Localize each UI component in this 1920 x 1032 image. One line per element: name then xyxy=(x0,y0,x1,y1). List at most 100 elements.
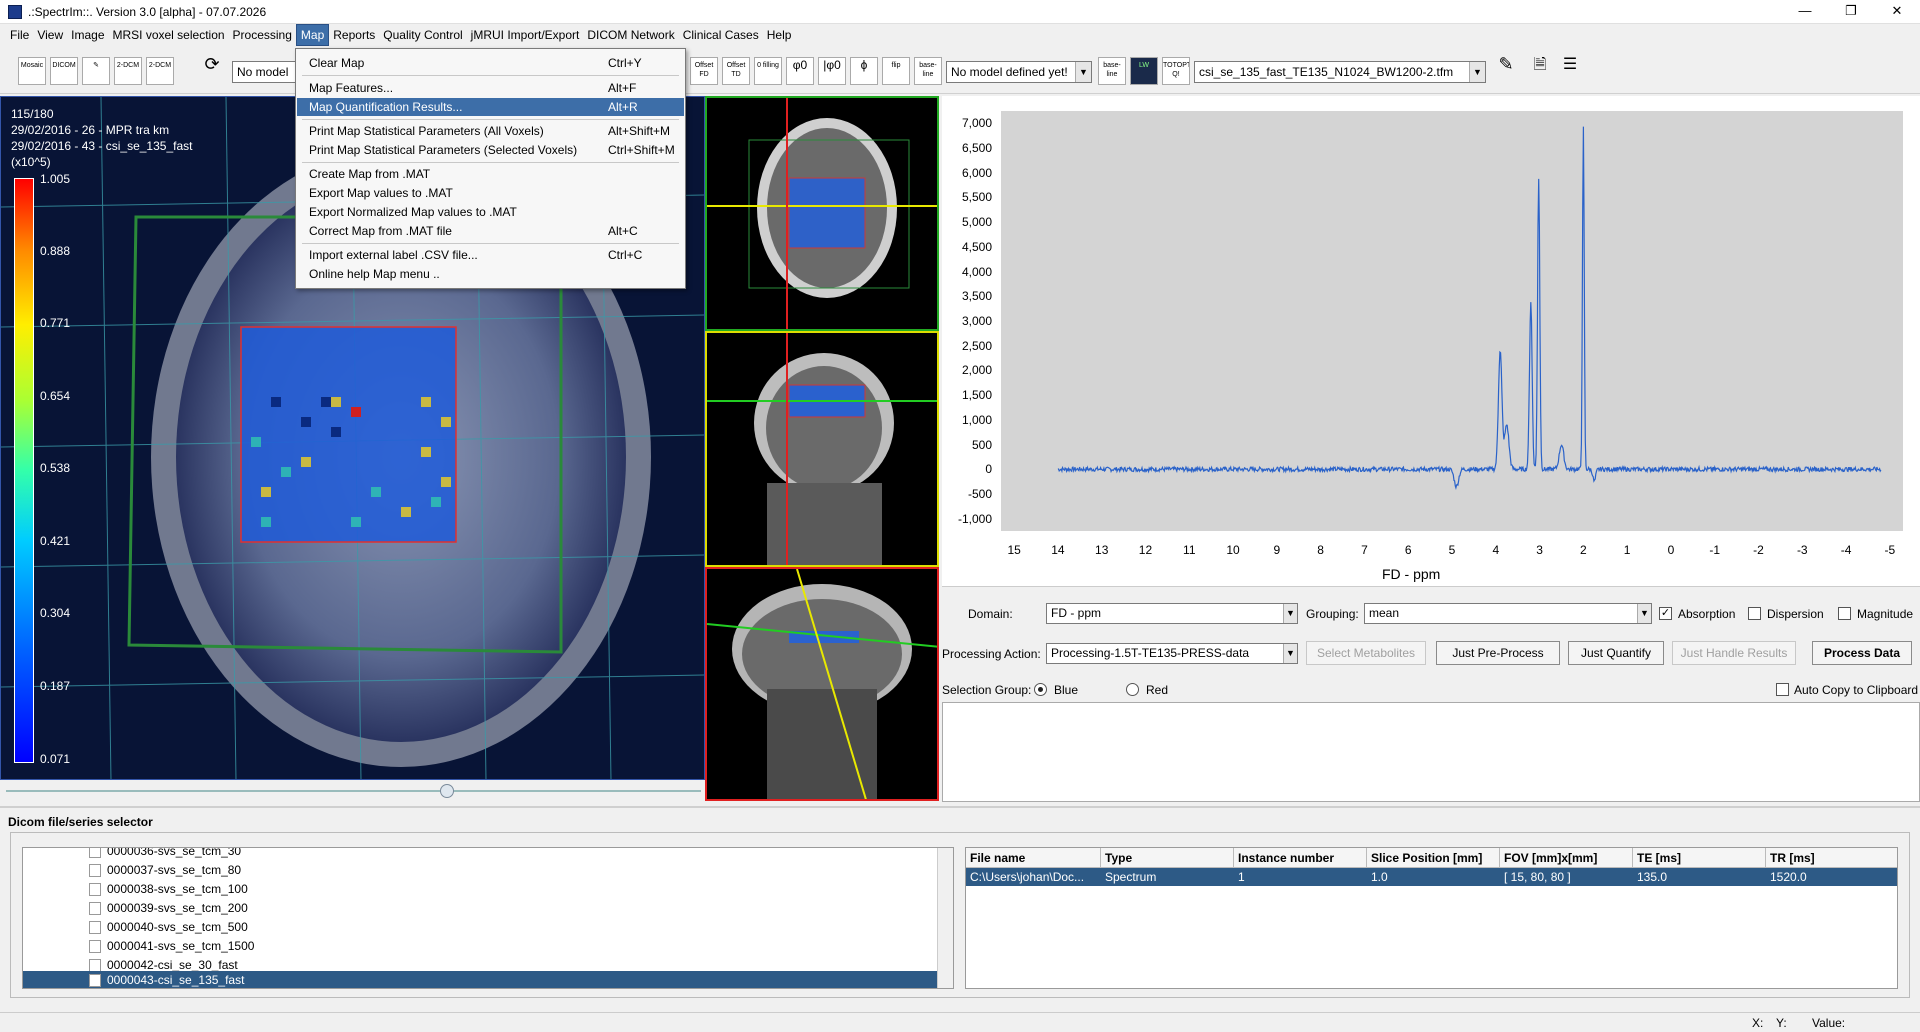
list-item-selected[interactable]: 0000043-csi_se_135_fast xyxy=(23,971,939,988)
phase-one-icon[interactable]: ϕ xyxy=(850,57,878,85)
slice-slider-knob[interactable] xyxy=(440,784,454,798)
sagittal-thumbnail[interactable] xyxy=(705,567,939,801)
blue-radio[interactable] xyxy=(1034,683,1047,696)
table-cell[interactable]: Spectrum xyxy=(1101,868,1234,886)
coronal-thumbnail[interactable] xyxy=(705,331,939,567)
file-table: File name Type Instance number Slice Pos… xyxy=(965,847,1898,989)
menu-jmrui-import-export[interactable]: jMRUI Import/Export xyxy=(467,25,584,45)
auto-copy-checkbox[interactable] xyxy=(1776,683,1789,696)
menu-quality-control[interactable]: Quality Control xyxy=(379,25,466,45)
menu-item-online-help[interactable]: Online help Map menu .. xyxy=(297,265,684,283)
edit-icon[interactable]: ✎ xyxy=(1492,57,1520,85)
list-item[interactable]: 0000039-svs_se_tcm_200 xyxy=(23,899,939,918)
menu-item-import-label-csv[interactable]: Import external label .CSV file... Ctrl+C xyxy=(297,246,684,264)
auto-copy-label: Auto Copy to Clipboard xyxy=(1794,683,1919,697)
list-item[interactable]: 0000037-svs_se_tcm_80 xyxy=(23,861,939,880)
absorption-checkbox[interactable]: ✓ xyxy=(1659,607,1672,620)
model-select[interactable]: No model xyxy=(232,61,296,83)
list-item[interactable]: 0000038-svs_se_tcm_100 xyxy=(23,880,939,899)
menu-help[interactable]: Help xyxy=(763,25,796,45)
column-header[interactable]: Instance number xyxy=(1234,848,1367,868)
axial-thumbnail[interactable] xyxy=(705,96,939,331)
menu-clinical-cases[interactable]: Clinical Cases xyxy=(679,25,763,45)
table-cell[interactable]: 1520.0 xyxy=(1766,868,1897,886)
checklist-icon[interactable]: ☰ xyxy=(1556,57,1584,85)
minimize-button[interactable]: — xyxy=(1782,0,1828,24)
menu-item-correct-map[interactable]: Correct Map from .MAT file Alt+C xyxy=(297,222,684,240)
menu-dicom-network[interactable]: DICOM Network xyxy=(583,25,678,45)
just-quantify-button[interactable]: Just Quantify xyxy=(1568,641,1664,665)
select-metabolites-button[interactable]: Select Metabolites xyxy=(1306,641,1426,665)
menu-image[interactable]: Image xyxy=(67,25,108,45)
offset-td-button[interactable]: Offset TD xyxy=(722,57,750,85)
series-tree-scrollbar[interactable] xyxy=(937,848,953,988)
baseline-correction-button[interactable]: base-line xyxy=(1098,57,1126,85)
menu-view[interactable]: View xyxy=(33,25,67,45)
menu-item-map-features[interactable]: Map Features... Alt+F xyxy=(297,79,684,97)
phase-zero-auto-button[interactable]: |φ0 xyxy=(818,57,846,85)
domain-select[interactable]: FD - ppm ▼ xyxy=(1046,603,1298,624)
menu-item-export-normalized-map[interactable]: Export Normalized Map values to .MAT xyxy=(297,203,684,221)
zero-filling-button[interactable]: 0 filling xyxy=(754,57,782,85)
slice-slider[interactable] xyxy=(0,780,705,802)
dicom-button[interactable]: DICOM xyxy=(50,57,78,85)
menu-item-clear-map[interactable]: Clear Map Ctrl+Y xyxy=(297,54,684,72)
table-cell[interactable]: 1.0 xyxy=(1367,868,1500,886)
table-cell[interactable]: [ 15, 80, 80 ] xyxy=(1500,868,1633,886)
spectrum-plot[interactable]: 7,000 6,500 6,000 5,500 5,000 4,500 4,000 3,500… xyxy=(942,96,1920,586)
menu-mrsi-voxel-selection[interactable]: MRSI voxel selection xyxy=(109,25,229,45)
column-header[interactable]: TE [ms] xyxy=(1633,848,1766,868)
red-radio[interactable] xyxy=(1126,683,1139,696)
just-preprocess-button[interactable]: Just Pre-Process xyxy=(1436,641,1560,665)
two-dcm-button[interactable]: 2-DCM xyxy=(114,57,142,85)
flip-button[interactable]: flip xyxy=(882,57,910,85)
table-cell[interactable]: 135.0 xyxy=(1633,868,1766,886)
column-header[interactable]: Type xyxy=(1101,848,1234,868)
lw-button[interactable]: LW xyxy=(1130,57,1158,85)
menu-file[interactable]: File xyxy=(6,25,33,45)
column-header[interactable]: File name xyxy=(966,848,1101,868)
magnitude-checkbox[interactable] xyxy=(1838,607,1851,620)
process-data-button[interactable]: Process Data xyxy=(1812,641,1912,665)
processing-action-select[interactable]: Processing-1.5T-TE135-PRESS-data ▼ xyxy=(1046,643,1298,664)
close-button[interactable]: ✕ xyxy=(1874,0,1920,24)
menu-item-map-quantification-results[interactable]: Map Quantification Results... Alt+R xyxy=(297,98,684,116)
list-item[interactable]: 0000040-svs_se_tcm_500 xyxy=(23,918,939,937)
offset-fd-button[interactable]: Offset FD xyxy=(690,57,718,85)
document-settings-icon[interactable]: 🗎 xyxy=(1526,57,1554,85)
column-header[interactable]: Slice Position [mm] xyxy=(1367,848,1500,868)
splitter-bottom[interactable] xyxy=(0,806,1920,808)
x-tick-label: 2 xyxy=(1580,543,1587,557)
two-dcm-alt-button[interactable]: 2-DCM xyxy=(146,57,174,85)
slice-indicator: 115/180 xyxy=(11,107,54,121)
menu-item-create-map-mat[interactable]: Create Map from .MAT xyxy=(297,165,684,183)
grouping-select[interactable]: mean ▼ xyxy=(1364,603,1652,624)
menu-item-print-stats-selected[interactable]: Print Map Statistical Parameters (Select… xyxy=(297,141,684,159)
baseline-button[interactable]: base-line xyxy=(914,57,942,85)
dispersion-checkbox[interactable] xyxy=(1748,607,1761,620)
phase-zero-button[interactable]: φ0 xyxy=(786,57,814,85)
menu-reports[interactable]: Reports xyxy=(329,25,379,45)
just-handle-results-button[interactable]: Just Handle Results xyxy=(1672,641,1796,665)
mosaic-button[interactable]: Mosaic xyxy=(18,57,46,85)
model-status-select[interactable]: No model defined yet! ▼ xyxy=(946,61,1092,83)
colorbar-label: 0.771 xyxy=(40,316,71,330)
menu-item-print-stats-all[interactable]: Print Map Statistical Parameters (All Vo… xyxy=(297,122,684,140)
splitter[interactable] xyxy=(942,586,1920,594)
table-cell[interactable]: C:\Users\johan\Doc... xyxy=(966,868,1101,886)
pen-icon[interactable]: ✎ xyxy=(82,57,110,85)
list-item[interactable]: 0000041-svs_se_tcm_1500 xyxy=(23,937,939,956)
maximize-button[interactable]: ❐ xyxy=(1828,0,1874,24)
list-item[interactable]: 0000036-svs_se_tcm_30 xyxy=(23,848,939,861)
menu-map[interactable]: Map xyxy=(295,24,330,46)
x-tick-label: 6 xyxy=(1404,543,1412,557)
results-text-area[interactable] xyxy=(942,702,1920,802)
column-header[interactable]: FOV [mm]x[mm] xyxy=(1500,848,1633,868)
rotate-icon[interactable]: ⟳ xyxy=(198,57,226,85)
menu-item-export-map-mat[interactable]: Export Map values to .MAT xyxy=(297,184,684,202)
file-select[interactable]: csi_se_135_fast_TE135_N1024_BW1200-2.tfm… xyxy=(1194,61,1486,83)
menu-processing[interactable]: Processing xyxy=(229,25,296,45)
totopti-button[interactable]: TOTOPTI Q! xyxy=(1162,57,1190,85)
table-cell[interactable]: 1 xyxy=(1234,868,1367,886)
column-header[interactable]: TR [ms] xyxy=(1766,848,1897,868)
